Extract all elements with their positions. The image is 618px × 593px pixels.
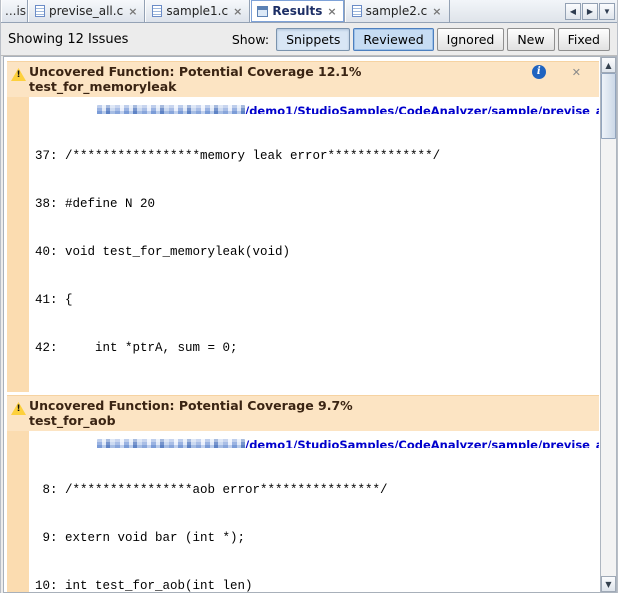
- issue-body: /demo1/StudioSamples/CodeAnalyzer/sample…: [7, 97, 599, 392]
- issue-titles: Uncovered Function: Potential Coverage 1…: [29, 64, 532, 94]
- issue-header[interactable]: ! Uncovered Function: Potential Coverage…: [7, 61, 599, 97]
- tab-label: sample1.c: [166, 4, 229, 18]
- show-label: Show:: [231, 31, 270, 47]
- issue-function: test_for_memoryleak: [29, 79, 177, 94]
- issue-gutter: [7, 431, 29, 592]
- dismiss-issue-icon[interactable]: ✕: [572, 66, 581, 79]
- tab-sample2[interactable]: sample2.c ×: [344, 0, 450, 22]
- vertical-scrollbar[interactable]: ▲ ▼: [600, 56, 617, 593]
- tab-close-icon[interactable]: ×: [326, 6, 337, 17]
- issues-toolbar: Showing 12 Issues Show: Snippets Reviewe…: [1, 23, 617, 56]
- issue-title: Uncovered Function: Potential Coverage 1…: [29, 64, 362, 79]
- tab-nav-controls: ◀ ▶ ▼: [563, 0, 617, 22]
- tab-close-icon[interactable]: ×: [232, 6, 243, 17]
- issue-card: ! Uncovered Function: Potential Coverage…: [7, 61, 599, 392]
- issue-detail: /demo1/StudioSamples/CodeAnalyzer/sample…: [29, 431, 599, 593]
- filter-reviewed-button[interactable]: Reviewed: [353, 27, 434, 51]
- info-icon[interactable]: i: [531, 65, 546, 79]
- code-line: 10: int test_for_aob(int len): [35, 579, 253, 593]
- c-file-icon: [35, 5, 45, 17]
- c-file-icon: [152, 5, 163, 17]
- source-file-link[interactable]: /demo1/StudioSamples/CodeAnalyzer/sample…: [245, 438, 599, 448]
- results-panel-window: ...is previse_all.c × sample1.c × Result…: [0, 0, 618, 593]
- results-main: ! Uncovered Function: Potential Coverage…: [1, 56, 617, 593]
- issue-actions: i ✕: [531, 64, 595, 79]
- issue-card: ! Uncovered Function: Potential Coverage…: [7, 395, 599, 593]
- issues-count-label: Showing 12 Issues: [8, 31, 129, 47]
- filter-new-button[interactable]: New: [507, 27, 555, 51]
- tab-label: Results: [272, 4, 323, 18]
- code-line: 9: extern void bar (int *);: [35, 531, 246, 545]
- scroll-tabs-left-button[interactable]: ◀: [565, 2, 581, 20]
- tab-label: previse_all.c: [49, 4, 124, 18]
- code-line: 41: {: [35, 293, 73, 307]
- issue-title: Uncovered Function: Potential Coverage 9…: [29, 398, 353, 413]
- warning-bang: !: [16, 404, 21, 414]
- scroll-tabs-right-button[interactable]: ▶: [582, 2, 598, 20]
- tab-previse_all[interactable]: previse_all.c ×: [28, 0, 146, 22]
- issue-body: /demo1/StudioSamples/CodeAnalyzer/sample…: [7, 431, 599, 593]
- filter-ignored-button[interactable]: Ignored: [436, 27, 505, 51]
- tab-overflow[interactable]: ...is: [1, 0, 28, 22]
- source-file-link[interactable]: /demo1/StudioSamples/CodeAnalyzer/sample…: [245, 104, 599, 114]
- warning-icon: !: [7, 398, 29, 426]
- source-link-line: /demo1/StudioSamples/CodeAnalyzer/sample…: [29, 431, 599, 448]
- redacted-path-prefix: [97, 439, 245, 448]
- tab-close-icon[interactable]: ×: [127, 6, 138, 17]
- warning-bang: !: [16, 70, 21, 80]
- issue-gutter: [7, 97, 29, 392]
- warning-icon: !: [7, 64, 29, 92]
- filter-group: Show: Snippets Reviewed Ignored New Fixe…: [231, 27, 610, 51]
- code-snippet: 8: /****************aob error***********…: [29, 448, 599, 593]
- tab-close-icon[interactable]: ×: [431, 6, 442, 17]
- scrollbar-thumb[interactable]: [601, 73, 616, 139]
- scroll-up-icon[interactable]: ▲: [601, 57, 616, 73]
- code-line: 37: /*****************memory leak error*…: [35, 149, 441, 163]
- tab-label: ...is: [5, 4, 27, 18]
- issue-list: ! Uncovered Function: Potential Coverage…: [3, 56, 600, 593]
- code-line: 8: /****************aob error***********…: [35, 483, 388, 497]
- issue-function: test_for_aob: [29, 413, 116, 428]
- code-snippet: 37: /*****************memory leak error*…: [29, 114, 599, 389]
- filter-snippets-button[interactable]: Snippets: [276, 27, 351, 51]
- redacted-path-prefix: [97, 105, 245, 114]
- c-file-icon: [351, 5, 362, 17]
- scrollbar-track[interactable]: [601, 73, 616, 576]
- code-line: 38: #define N 20: [35, 197, 156, 211]
- source-link-line: /demo1/StudioSamples/CodeAnalyzer/sample…: [29, 97, 599, 114]
- tab-label: sample2.c: [365, 4, 428, 18]
- issue-detail: /demo1/StudioSamples/CodeAnalyzer/sample…: [29, 97, 599, 392]
- tab-bar: ...is previse_all.c × sample1.c × Result…: [1, 0, 617, 23]
- tab-list-dropdown-button[interactable]: ▼: [599, 2, 615, 20]
- code-line: 42: int *ptrA, sum = 0;: [35, 341, 238, 355]
- tab-sample1[interactable]: sample1.c ×: [145, 0, 251, 22]
- issue-header[interactable]: ! Uncovered Function: Potential Coverage…: [7, 395, 599, 431]
- filter-fixed-button[interactable]: Fixed: [557, 27, 610, 51]
- scroll-down-icon[interactable]: ▼: [601, 576, 616, 592]
- issue-titles: Uncovered Function: Potential Coverage 9…: [29, 398, 595, 428]
- results-icon: [257, 5, 269, 17]
- code-line: 40: void test_for_memoryleak(void): [35, 245, 291, 259]
- tab-results[interactable]: Results ×: [250, 0, 345, 22]
